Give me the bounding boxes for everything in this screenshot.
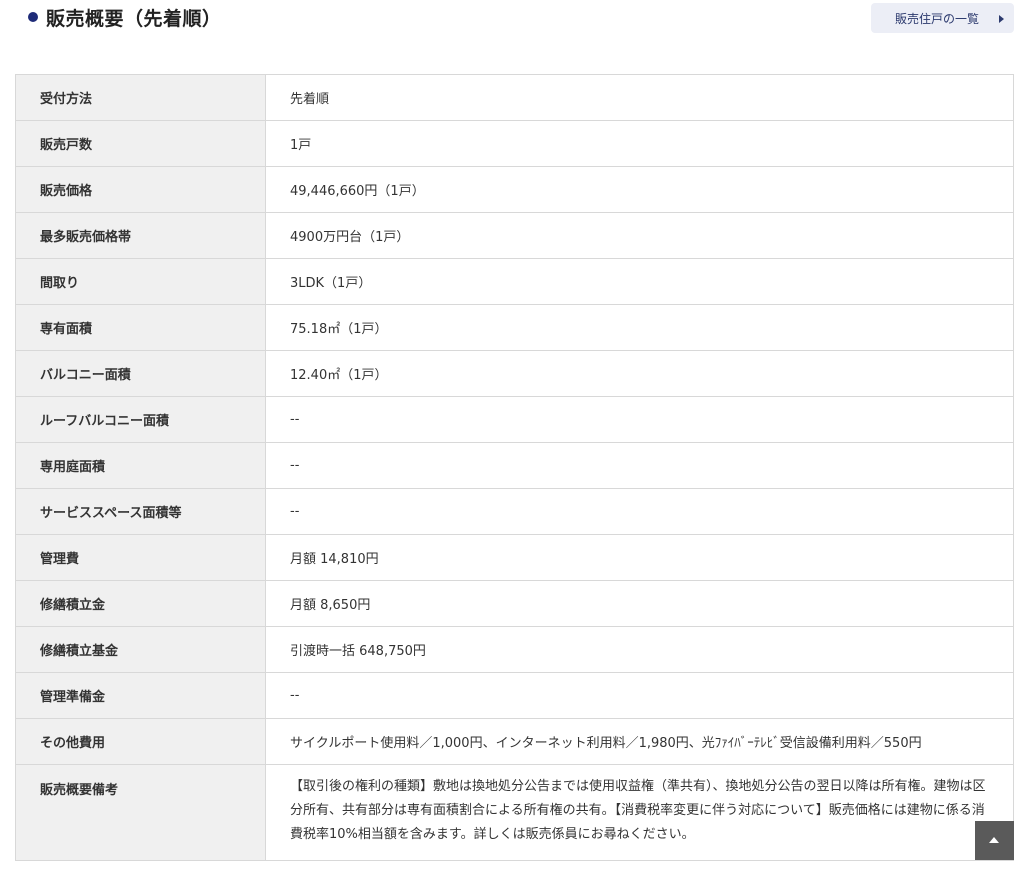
unit-list-link[interactable]: 販売住戸の一覧 [871, 3, 1014, 33]
row-label: 専用庭面積 [15, 442, 266, 489]
row-label: 修繕積立基金 [15, 626, 266, 673]
row-value: -- [265, 672, 1014, 719]
table-row: サービススペース面積等 -- [15, 488, 1014, 535]
row-value: 75.18㎡（1戸） [265, 304, 1014, 351]
table-row: 専有面積 75.18㎡（1戸） [15, 304, 1014, 351]
row-label: 間取り [15, 258, 266, 305]
row-label: ルーフバルコニー面積 [15, 396, 266, 443]
table-row: 修繕積立基金 引渡時一括 648,750円 [15, 626, 1014, 673]
row-value: 先着順 [265, 74, 1014, 121]
row-value: 49,446,660円（1戸） [265, 166, 1014, 213]
triangle-up-icon [989, 837, 999, 843]
row-value: -- [265, 488, 1014, 535]
sales-overview-page: 販売概要（先着順） 販売住戸の一覧 受付方法 先着順 販売戸数 1戸 販売価格 … [0, 0, 1031, 869]
table-row: 最多販売価格帯 4900万円台（1戸） [15, 212, 1014, 259]
row-value: 1戸 [265, 120, 1014, 167]
sales-overview-table: 受付方法 先着順 販売戸数 1戸 販売価格 49,446,660円（1戸） 最多… [15, 74, 1014, 861]
row-label: 販売概要備考 [15, 764, 266, 861]
row-value: 12.40㎡（1戸） [265, 350, 1014, 397]
unit-list-link-label: 販売住戸の一覧 [895, 11, 980, 26]
row-value: サイクルポート使用料／1,000円、インターネット利用料／1,980円、光ﾌｧｲ… [265, 718, 1014, 765]
table-row: 管理準備金 -- [15, 672, 1014, 719]
table-row: 専用庭面積 -- [15, 442, 1014, 489]
table-row: 間取り 3LDK（1戸） [15, 258, 1014, 305]
row-label: 専有面積 [15, 304, 266, 351]
row-label: 管理準備金 [15, 672, 266, 719]
bullet-dot-icon [28, 12, 38, 22]
table-row: 販売価格 49,446,660円（1戸） [15, 166, 1014, 213]
row-value: 引渡時一括 648,750円 [265, 626, 1014, 673]
row-label: 管理費 [15, 534, 266, 581]
table-row: ルーフバルコニー面積 -- [15, 396, 1014, 443]
page-title: 販売概要（先着順） [46, 7, 222, 30]
table-row: バルコニー面積 12.40㎡（1戸） [15, 350, 1014, 397]
row-value: -- [265, 396, 1014, 443]
table-row: 受付方法 先着順 [15, 74, 1014, 121]
row-label: 受付方法 [15, 74, 266, 121]
table-row: その他費用 サイクルポート使用料／1,000円、インターネット利用料／1,980… [15, 718, 1014, 765]
triangle-right-icon [999, 15, 1004, 23]
row-value: 月額 8,650円 [265, 580, 1014, 627]
page-top-button[interactable] [975, 821, 1014, 860]
row-label: その他費用 [15, 718, 266, 765]
row-label: 修繕積立金 [15, 580, 266, 627]
table-row: 販売概要備考 【取引後の権利の種類】敷地は換地処分公告までは使用収益権（準共有）… [15, 764, 1014, 861]
table-row: 修繕積立金 月額 8,650円 [15, 580, 1014, 627]
table-row: 販売戸数 1戸 [15, 120, 1014, 167]
row-value: -- [265, 442, 1014, 489]
row-value: 4900万円台（1戸） [265, 212, 1014, 259]
section-heading: 販売概要（先着順） [28, 4, 222, 30]
row-label: バルコニー面積 [15, 350, 266, 397]
row-value: 月額 14,810円 [265, 534, 1014, 581]
row-label: サービススペース面積等 [15, 488, 266, 535]
table-row: 管理費 月額 14,810円 [15, 534, 1014, 581]
row-value: 【取引後の権利の種類】敷地は換地処分公告までは使用収益権（準共有）、換地処分公告… [265, 764, 1014, 861]
row-label: 販売価格 [15, 166, 266, 213]
row-value: 3LDK（1戸） [265, 258, 1014, 305]
row-label: 販売戸数 [15, 120, 266, 167]
row-label: 最多販売価格帯 [15, 212, 266, 259]
